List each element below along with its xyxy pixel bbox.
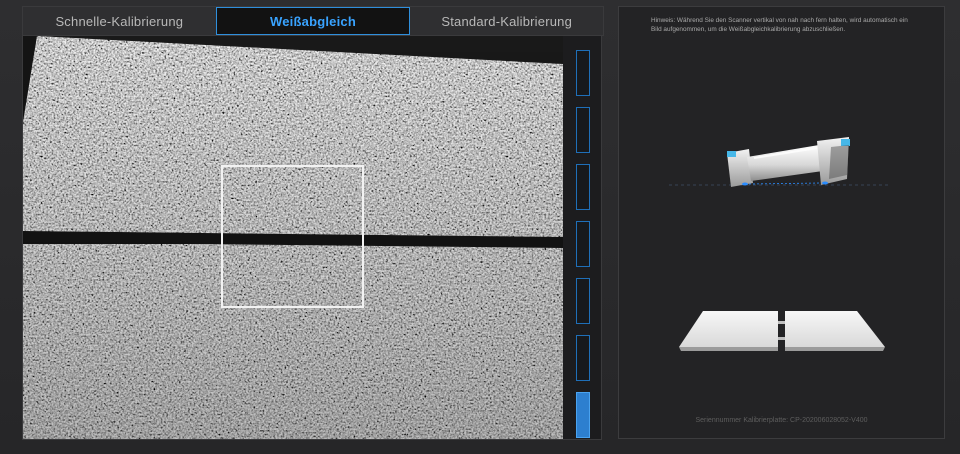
camera-viewer — [22, 35, 602, 440]
instruction-panel: Hinweis: Während Sie den Scanner vertika… — [618, 6, 945, 439]
progress-step — [576, 278, 590, 324]
tab-standard-calibration[interactable]: Standard-Kalibrierung — [410, 7, 603, 35]
tab-quick-calibration[interactable]: Schnelle-Kalibrierung — [23, 7, 216, 35]
roi-frame — [221, 165, 364, 308]
progress-step-complete — [576, 392, 590, 438]
progress-step — [576, 335, 590, 381]
white-balance-screen: Schnelle-Kalibrierung Weißabgleich Stand… — [0, 0, 960, 454]
calibration-plate-icon — [679, 311, 885, 351]
hint-text: Hinweis: Während Sie den Scanner vertika… — [651, 17, 908, 33]
tab-white-balance[interactable]: Weißabgleich — [215, 7, 411, 35]
progress-step — [576, 164, 590, 210]
progress-step — [576, 221, 590, 267]
camera-feed — [23, 36, 563, 439]
calibration-tabs: Schnelle-Kalibrierung Weißabgleich Stand… — [22, 6, 604, 36]
serial-label: Seriennummer Kalibrierplatte: — [695, 417, 789, 424]
capture-progress — [576, 50, 590, 449]
serial-number: Seriennummer Kalibrierplatte: CP-2020060… — [619, 417, 944, 424]
progress-step — [576, 107, 590, 153]
progress-step — [576, 50, 590, 96]
handheld-3d-scanner-icon — [669, 137, 889, 187]
serial-value: CP-202006028052-V400 — [790, 417, 868, 424]
